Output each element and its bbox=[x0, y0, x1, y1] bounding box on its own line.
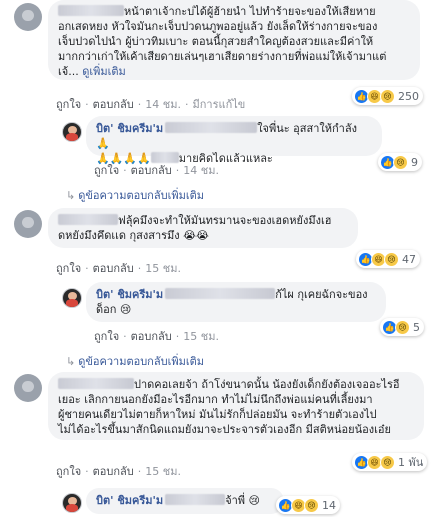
view-more-replies[interactable]: ↳ ดูข้อความตอบกลับเพิ่มเติม bbox=[66, 186, 204, 204]
reaction-summary[interactable]: 👍 😢 9 bbox=[378, 153, 422, 171]
comment-text-line: ผู้ชายคนเดียวไม่ตายก็หาใหม่ มันไม่รักก็ป… bbox=[58, 408, 377, 421]
reaction-count: 47 bbox=[402, 252, 416, 266]
sad-reaction-icon: 😢 bbox=[304, 497, 319, 513]
reaction-summary[interactable]: 👍 😆 😢 250 bbox=[352, 87, 423, 105]
like-link[interactable]: ถูกใจ bbox=[94, 164, 119, 177]
timestamp[interactable]: 15 ชม. bbox=[145, 262, 181, 275]
comment-text-line: บิต' ชิมครีม'ม ก้ไผ กุเคยฉักจะของ bbox=[96, 288, 368, 301]
reaction-summary[interactable]: 👍 😆 😢 14 bbox=[276, 496, 340, 514]
reaction-count: 1 พัน bbox=[398, 456, 424, 469]
comment-bubble: ปาดคอเลยจ้า ถ้าโง่ขนาดนั้น น้องยังเด็กยั… bbox=[48, 372, 424, 440]
reply-link[interactable]: ตอบกลับ bbox=[131, 164, 172, 177]
replier-avatar[interactable] bbox=[62, 122, 82, 142]
reaction-count: 14 bbox=[322, 498, 336, 512]
reply-bubble: บิต' ชิมครีม'ม จ้าพี่ 😢 bbox=[86, 488, 284, 514]
comment-text-line: ไม่ได้อะไรขึ้นมาสักนิดแถมยังมาจะประจารตั… bbox=[58, 423, 391, 436]
comment-text-line: ด็อก 😢 bbox=[96, 303, 132, 316]
sad-reaction-icon: 😢 bbox=[380, 454, 395, 470]
comment-text-line: เจ้... ดูเพิ่มเติม bbox=[58, 65, 126, 78]
comment-actions: ถูกใจ · ตอบกลับ · 15 ชม. bbox=[94, 330, 219, 343]
reaction-count: 250 bbox=[398, 89, 419, 103]
comment-text-line: ดหยังมึงคึดเเด กุสงสารมึง 😭😭 bbox=[58, 229, 209, 242]
redacted-name[interactable] bbox=[58, 378, 134, 389]
like-link[interactable]: ถูกใจ bbox=[56, 262, 81, 275]
comment-text-line: ฟลุ้คมึงจะทำให้มันทรมานจะของเฮดหยังมึงเฮ bbox=[58, 213, 348, 228]
comment-text-line: เยอะ เลิกกายนอกยังมีอะไรอีกมาก ทำไม่ไม่น… bbox=[58, 393, 373, 406]
replier-avatar[interactable] bbox=[62, 493, 82, 513]
author-name[interactable]: บิต' ชิมครีม'ม bbox=[96, 288, 163, 301]
reaction-count: 9 bbox=[411, 155, 418, 169]
comment-bubble: หน้าตาเจ้ากะบ่ได้ผู้ฮ้ายนำ ไปทำร้ายจะของ… bbox=[48, 0, 420, 80]
like-link[interactable]: ถูกใจ bbox=[94, 330, 119, 343]
redacted-name[interactable] bbox=[165, 122, 258, 133]
timestamp[interactable]: 14 ชม. bbox=[183, 164, 219, 177]
author-name[interactable]: บิต' ชิมครีม'ม bbox=[96, 122, 163, 135]
reply-link[interactable]: ตอบกลับ bbox=[93, 262, 134, 275]
reaction-summary[interactable]: 👍 😆 😢 1 พัน bbox=[352, 453, 428, 471]
comment-text-line: มากกว่าเก่าให้เค้าเสียดายเล่นๆเฮาเสียดาย… bbox=[58, 50, 387, 63]
reaction-summary[interactable]: 👍 😢 5 bbox=[380, 318, 424, 336]
comment-text-line: ปาดคอเลยจ้า ถ้าโง่ขนาดนั้น น้องยังเด็กยั… bbox=[58, 377, 414, 392]
comment-text-line: อกเสดหยง หัวใจมันกะเจ็บปวดนภูพออยู่แล้ว … bbox=[58, 20, 378, 33]
redacted-name[interactable] bbox=[58, 214, 118, 225]
timestamp[interactable]: 14 ชม. bbox=[145, 98, 181, 111]
see-more-link[interactable]: ดูเพิ่มเติม bbox=[82, 65, 126, 78]
like-link[interactable]: ถูกใจ bbox=[56, 98, 81, 111]
timestamp[interactable]: 15 ชม. bbox=[145, 465, 181, 478]
comment-text-line: บิต' ชิมครีม'ม จ้าพี่ 😢 bbox=[96, 494, 261, 507]
commenter-avatar[interactable] bbox=[14, 210, 42, 238]
edited-label[interactable]: มีการแก้ไข bbox=[192, 98, 245, 111]
replier-avatar[interactable] bbox=[62, 288, 82, 308]
timestamp[interactable]: 15 ชม. bbox=[183, 330, 219, 343]
reply-bubble: บิต' ชิมครีม'ม ใจพี่นะ อุสสาให้กำลัง 🙏 🙏🙏… bbox=[86, 116, 382, 165]
reply-link[interactable]: ตอบกลับ bbox=[93, 465, 134, 478]
comment-actions: ถูกใจ · ตอบกลับ · 15 ชม. bbox=[56, 465, 181, 478]
reply-link[interactable]: ตอบกลับ bbox=[93, 98, 134, 111]
commenter-avatar[interactable] bbox=[14, 374, 42, 402]
reply-link[interactable]: ตอบกลับ bbox=[131, 330, 172, 343]
reply-bubble: บิต' ชิมครีม'ม ก้ไผ กุเคยฉักจะของ ด็อก 😢 bbox=[86, 282, 386, 322]
view-more-replies[interactable]: ↳ ดูข้อความตอบกลับเพิ่มเติม bbox=[66, 352, 204, 370]
sad-reaction-icon: 😢 bbox=[380, 88, 395, 104]
reaction-count: 5 bbox=[413, 320, 420, 334]
comment-bubble: ฟลุ้คมึงจะทำให้มันทรมานจะของเฮดหยังมึงเฮ… bbox=[48, 208, 358, 248]
comment-actions: ถูกใจ · ตอบกลับ · 14 ชม. bbox=[94, 164, 219, 177]
sad-reaction-icon: 😢 bbox=[395, 319, 410, 335]
sad-reaction-icon: 😢 bbox=[384, 251, 399, 267]
author-name[interactable]: บิต' ชิมครีม'ม bbox=[96, 494, 163, 507]
like-link[interactable]: ถูกใจ bbox=[56, 465, 81, 478]
redacted-name[interactable] bbox=[58, 5, 124, 16]
reaction-summary[interactable]: 👍 😆 😢 47 bbox=[356, 250, 420, 268]
commenter-avatar[interactable] bbox=[14, 3, 42, 31]
comment-text-line: เจ็บปวดไปนำ ผู้บ่าวทิมเบาะ ตอนนี้กุสวยสำ… bbox=[58, 35, 374, 48]
redacted-name[interactable] bbox=[165, 494, 226, 505]
sad-reaction-icon: 😢 bbox=[393, 154, 408, 170]
reply-arrow-icon: ↳ bbox=[66, 189, 76, 202]
redacted-name[interactable] bbox=[165, 288, 276, 299]
reply-arrow-icon: ↳ bbox=[66, 355, 76, 368]
comment-text-line: หน้าตาเจ้ากะบ่ได้ผู้ฮ้ายนำ ไปทำร้ายจะของ… bbox=[58, 4, 410, 19]
comment-text-line: บิต' ชิมครีม'ม ใจพี่นะ อุสสาให้กำลัง 🙏 bbox=[96, 122, 357, 150]
comment-actions: ถูกใจ · ตอบกลับ · 14 ชม. · มีการแก้ไข bbox=[56, 98, 246, 111]
comment-actions: ถูกใจ · ตอบกลับ · 15 ชม. bbox=[56, 262, 181, 275]
